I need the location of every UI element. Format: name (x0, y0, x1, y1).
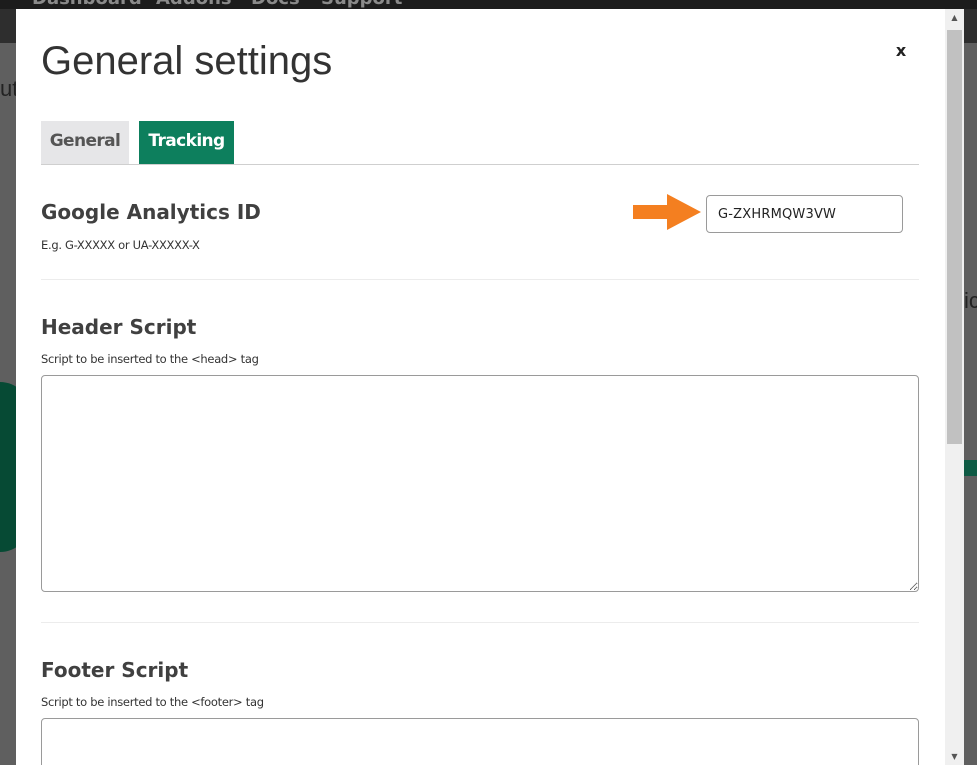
footer-script-textarea[interactable] (41, 718, 919, 765)
arrow-right-icon (633, 194, 701, 230)
close-button[interactable]: x (893, 41, 909, 61)
modal-scrollbar[interactable]: ▲ ▼ (945, 9, 964, 765)
modal-title: General settings (41, 39, 333, 83)
tabs-divider (41, 164, 919, 165)
background-top-nav: Dashboard Addons Docs Support (0, 0, 977, 9)
close-icon: x (895, 41, 907, 60)
google-analytics-id-input[interactable] (706, 195, 903, 233)
background-text-right: ic (964, 288, 977, 313)
bg-nav-support: Support (321, 0, 402, 9)
background-green-bar (964, 460, 977, 476)
scrollbar-thumb[interactable] (947, 30, 962, 444)
header-script-heading: Header Script (41, 315, 197, 339)
header-script-help: Script to be inserted to the <head> tag (41, 352, 259, 366)
tab-tracking[interactable]: Tracking (139, 121, 234, 164)
bg-nav-docs: Docs (251, 0, 300, 9)
header-script-textarea[interactable] (41, 375, 919, 592)
google-analytics-heading: Google Analytics ID (41, 200, 261, 224)
footer-script-help: Script to be inserted to the <footer> ta… (41, 695, 264, 709)
bg-nav-dashboard: Dashboard (32, 0, 142, 9)
footer-script-heading: Footer Script (41, 658, 189, 682)
section-divider (41, 279, 919, 280)
scroll-up-icon[interactable]: ▲ (945, 9, 964, 26)
tab-general[interactable]: General (41, 121, 129, 164)
google-analytics-help: E.g. G-XXXXX or UA-XXXXX-X (41, 238, 200, 252)
bg-nav-addons: Addons (156, 0, 232, 9)
settings-modal: General settings x General Tracking Goog… (16, 9, 964, 765)
scroll-down-icon[interactable]: ▼ (945, 748, 964, 765)
section-divider (41, 622, 919, 623)
